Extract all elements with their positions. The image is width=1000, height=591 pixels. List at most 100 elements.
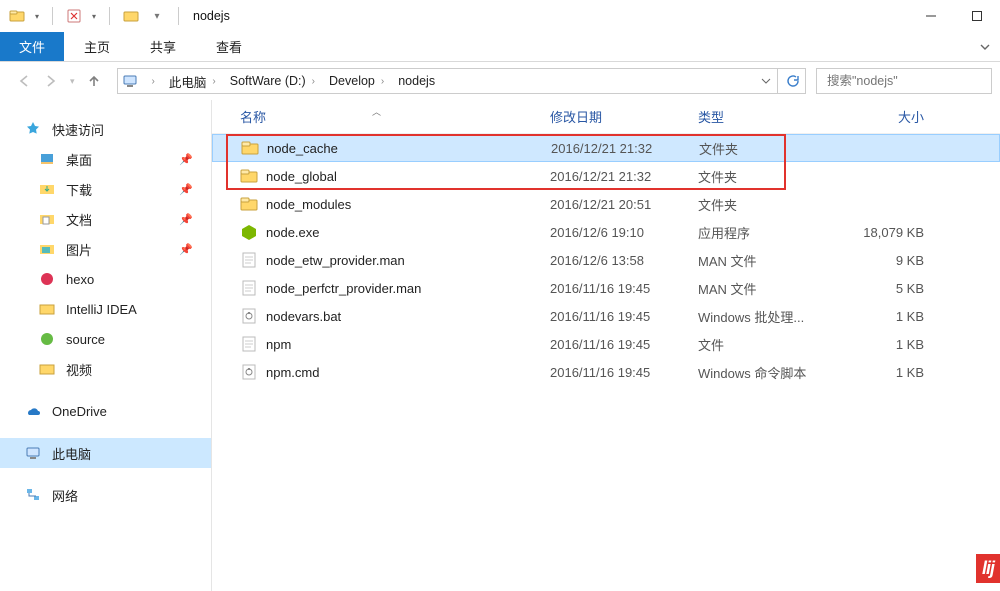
sidebar-item-source[interactable]: source <box>0 324 211 354</box>
file-type: 文件 <box>698 335 838 354</box>
nav-buttons: ▾ <box>0 72 117 90</box>
file-date: 2016/12/21 20:51 <box>550 197 698 212</box>
file-type: 文件夹 <box>698 167 838 186</box>
col-header-name[interactable]: 名称 ︿ <box>212 107 550 126</box>
address-dropdown-icon[interactable] <box>755 76 777 86</box>
col-header-date[interactable]: 修改日期 <box>550 107 698 126</box>
file-tab[interactable]: 文件 <box>0 32 64 61</box>
file-icon <box>240 279 258 297</box>
folder-icon <box>6 5 28 27</box>
breadcrumb-0[interactable]: 此电脑› <box>165 72 226 91</box>
file-name: node_cache <box>267 141 338 156</box>
file-type: Windows 命令脚本 <box>698 363 838 382</box>
sidebar-item-intellij[interactable]: IntelliJ IDEA <box>0 294 211 324</box>
folder-small-icon[interactable] <box>120 5 142 27</box>
sidebar-item-pictures[interactable]: 图片 📌 <box>0 234 211 264</box>
folder-icon <box>241 139 259 157</box>
tab-home[interactable]: 主页 <box>64 32 130 61</box>
file-name: node_etw_provider.man <box>266 253 405 268</box>
file-name: node_perfctr_provider.man <box>266 281 421 296</box>
address-bar[interactable]: › 此电脑› SoftWare (D:)› Develop› nodejs <box>117 68 778 94</box>
pin-icon: 📌 <box>179 183 193 196</box>
folder-icon <box>240 167 258 185</box>
search-input[interactable] <box>827 74 988 88</box>
up-button[interactable] <box>85 72 103 90</box>
file-size: 18,079 KB <box>838 225 954 240</box>
qat-dropdown-2-icon[interactable]: ▾ <box>89 12 99 21</box>
file-size: 1 KB <box>838 365 954 380</box>
hexo-icon <box>38 270 56 288</box>
file-row[interactable]: node_global2016/12/21 21:32文件夹 <box>212 162 1000 190</box>
forward-button[interactable] <box>42 72 60 90</box>
pin-icon: 📌 <box>179 213 193 226</box>
file-row[interactable]: node.exe2016/12/6 19:10应用程序18,079 KB <box>212 218 1000 246</box>
file-row[interactable]: npm.cmd2016/11/16 19:45Windows 命令脚本1 KB <box>212 358 1000 386</box>
col-header-size[interactable]: 大小 <box>838 107 954 126</box>
ribbon: 文件 主页 共享 查看 <box>0 32 1000 62</box>
nodeexe-icon <box>240 223 258 241</box>
sidebar-item-downloads[interactable]: 下载 📌 <box>0 174 211 204</box>
file-type: 文件夹 <box>699 139 839 158</box>
sidebar-item-desktop[interactable]: 桌面 📌 <box>0 144 211 174</box>
minimize-button[interactable] <box>908 0 954 32</box>
breadcrumb-2[interactable]: Develop› <box>325 74 394 88</box>
file-list: node_cache2016/12/21 21:32文件夹node_global… <box>212 134 1000 386</box>
qat-customize-icon[interactable]: ▾ <box>146 5 168 27</box>
file-name: nodevars.bat <box>266 309 341 324</box>
body: 快速访问 桌面 📌 下载 📌 文档 📌 图片 📌 hexo Int <box>0 100 1000 591</box>
sidebar-item-videos[interactable]: 视频 <box>0 354 211 384</box>
refresh-button[interactable] <box>778 68 806 94</box>
file-date: 2016/11/16 19:45 <box>550 309 698 324</box>
qat-dropdown-icon[interactable]: ▾ <box>32 12 42 21</box>
properties-icon[interactable] <box>63 5 85 27</box>
file-row[interactable]: npm2016/11/16 19:45文件1 KB <box>212 330 1000 358</box>
sidebar-network[interactable]: 网络 <box>0 480 211 510</box>
desktop-icon <box>38 150 56 168</box>
sidebar-item-hexo[interactable]: hexo <box>0 264 211 294</box>
sidebar-onedrive[interactable]: OneDrive <box>0 396 211 426</box>
folder-icon <box>38 300 56 318</box>
breadcrumb-sep[interactable]: › <box>142 76 165 87</box>
pin-icon: 📌 <box>179 153 193 166</box>
sidebar-this-pc[interactable]: 此电脑 <box>0 438 211 468</box>
breadcrumb-3[interactable]: nodejs <box>394 74 439 88</box>
ribbon-expand-icon[interactable] <box>970 32 1000 61</box>
file-size: 1 KB <box>838 337 954 352</box>
file-type: 应用程序 <box>698 223 838 242</box>
file-row[interactable]: node_perfctr_provider.man2016/11/16 19:4… <box>212 274 1000 302</box>
search-box[interactable] <box>816 68 992 94</box>
file-row[interactable]: node_cache2016/12/21 21:32文件夹 <box>212 134 1000 162</box>
content: 名称 ︿ 修改日期 类型 大小 node_cache2016/12/21 21:… <box>212 100 1000 591</box>
file-date: 2016/12/6 13:58 <box>550 253 698 268</box>
file-type: Windows 批处理... <box>698 307 838 326</box>
navbar: ▾ › 此电脑› SoftWare (D:)› Develop› nodejs <box>0 62 1000 100</box>
tab-view[interactable]: 查看 <box>196 32 262 61</box>
tab-share[interactable]: 共享 <box>130 32 196 61</box>
breadcrumb-1[interactable]: SoftWare (D:)› <box>226 74 325 88</box>
download-icon <box>38 180 56 198</box>
file-icon <box>240 251 258 269</box>
history-dropdown-icon[interactable]: ▾ <box>70 76 75 87</box>
file-date: 2016/12/21 21:32 <box>550 169 698 184</box>
col-header-type[interactable]: 类型 <box>698 107 838 126</box>
sidebar-quick-access[interactable]: 快速访问 <box>0 114 211 144</box>
back-button[interactable] <box>14 72 32 90</box>
column-header: 名称 ︿ 修改日期 类型 大小 <box>212 100 1000 134</box>
maximize-button[interactable] <box>954 0 1000 32</box>
file-type: MAN 文件 <box>698 251 838 270</box>
source-icon <box>38 330 56 348</box>
pc-icon <box>118 73 142 89</box>
onedrive-icon <box>24 402 42 420</box>
sort-indicator-icon: ︿ <box>372 105 381 118</box>
file-row[interactable]: node_modules2016/12/21 20:51文件夹 <box>212 190 1000 218</box>
pin-icon: 📌 <box>179 243 193 256</box>
sidebar-item-documents[interactable]: 文档 📌 <box>0 204 211 234</box>
file-name: node.exe <box>266 225 320 240</box>
doc-icon <box>38 210 56 228</box>
file-date: 2016/11/16 19:45 <box>550 337 698 352</box>
file-name: node_modules <box>266 197 351 212</box>
file-row[interactable]: nodevars.bat 2016/11/16 19:45Windows 批处理.… <box>212 302 1000 330</box>
pc-icon <box>24 444 42 462</box>
star-icon <box>24 120 42 138</box>
file-row[interactable]: node_etw_provider.man 2016/12/6 13:58MAN … <box>212 246 1000 274</box>
